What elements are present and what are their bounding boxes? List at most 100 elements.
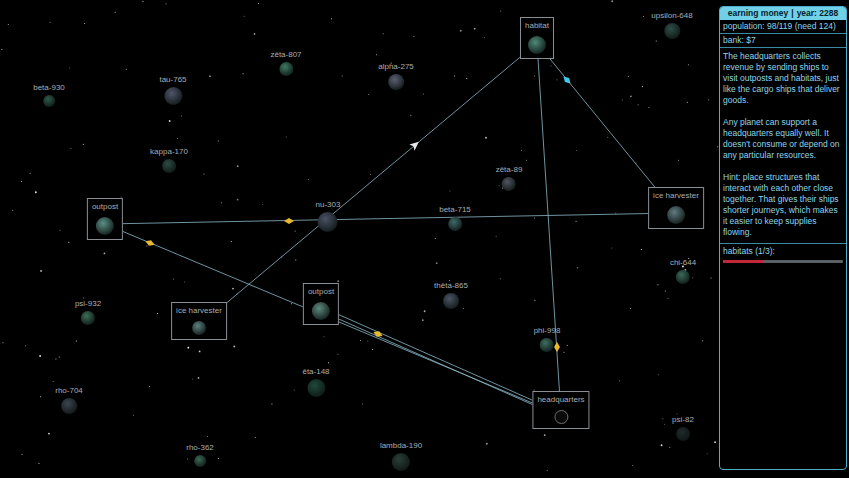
planet-icon[interactable] — [540, 338, 554, 352]
planet-icon[interactable] — [388, 74, 404, 90]
planet[interactable]: alpha-275 — [378, 62, 414, 90]
star — [39, 355, 41, 357]
planet-icon[interactable] — [502, 177, 516, 191]
planet[interactable]: rho-704 — [55, 386, 83, 414]
planet[interactable]: zêta-89 — [496, 165, 523, 191]
star — [133, 415, 134, 416]
planet-icon[interactable] — [307, 379, 325, 397]
star — [544, 434, 546, 436]
star — [668, 298, 669, 299]
star — [142, 1, 143, 2]
planet[interactable]: êta-148 — [302, 367, 329, 397]
structure[interactable]: outpost — [87, 198, 123, 240]
planet[interactable]: lambda-190 — [380, 441, 422, 471]
planet-label: psi-82 — [672, 415, 694, 425]
star — [710, 277, 711, 278]
planet-icon[interactable] — [43, 95, 55, 107]
planet-icon[interactable] — [194, 455, 206, 467]
planet[interactable]: kappa-170 — [150, 147, 188, 173]
planet[interactable]: beta-930 — [33, 83, 65, 107]
planet[interactable]: tau-765 — [159, 75, 186, 105]
planet-icon[interactable] — [164, 87, 182, 105]
planet-icon[interactable] — [162, 159, 176, 173]
star — [84, 23, 85, 24]
game-screen: upsilon-648 habitat zêta-807 alpha-275 beta-… — [0, 0, 849, 478]
goal: habitats (1/3): — [720, 244, 846, 265]
star — [187, 347, 189, 349]
star — [218, 140, 219, 141]
planet-icon[interactable] — [279, 62, 293, 76]
planet[interactable]: zêta-807 — [270, 50, 301, 76]
star — [496, 236, 497, 237]
structure[interactable]: ice harvester — [171, 302, 227, 340]
planet[interactable]: thêta-865 — [434, 281, 468, 309]
star — [70, 148, 71, 149]
planet-icon[interactable] — [81, 311, 95, 325]
star — [499, 185, 500, 186]
planet[interactable]: nu-303 — [316, 200, 341, 232]
population: population: 98/119 (need 124) — [720, 20, 846, 34]
planet-label: êta-148 — [302, 367, 329, 377]
structure[interactable]: ice harvester — [648, 187, 704, 229]
star — [454, 76, 455, 77]
star — [630, 308, 631, 309]
planet[interactable]: upsilon-648 — [651, 11, 692, 39]
star — [702, 340, 703, 341]
planet-icon[interactable] — [667, 206, 685, 224]
ship-icon — [554, 342, 560, 352]
star — [474, 28, 476, 30]
planet-icon[interactable] — [96, 217, 114, 235]
planet-icon[interactable] — [676, 427, 690, 441]
planet-icon[interactable] — [676, 270, 690, 284]
planet[interactable]: chi-644 — [670, 258, 696, 284]
star — [615, 212, 616, 213]
planet-icon[interactable] — [448, 217, 462, 231]
star — [68, 242, 69, 243]
planet-label: thêta-865 — [434, 281, 468, 291]
structure[interactable]: habitat — [520, 17, 554, 59]
star — [630, 95, 632, 97]
star — [410, 115, 411, 116]
planet-icon[interactable] — [554, 410, 568, 424]
star — [643, 16, 644, 17]
star — [714, 441, 716, 443]
star — [50, 22, 51, 23]
star — [362, 404, 363, 405]
planet-icon[interactable] — [318, 212, 338, 232]
star — [83, 144, 84, 145]
star — [199, 350, 201, 352]
star — [104, 253, 106, 255]
star — [83, 297, 84, 298]
planet-icon[interactable] — [312, 302, 330, 320]
planet[interactable]: beta-715 — [439, 205, 471, 231]
star — [383, 33, 384, 34]
star — [12, 210, 13, 211]
planet-icon[interactable] — [664, 23, 680, 39]
star — [237, 199, 239, 201]
planet-icon[interactable] — [443, 293, 459, 309]
star — [177, 138, 178, 139]
planet-label: alpha-275 — [378, 62, 414, 72]
planet-icon[interactable] — [528, 36, 546, 54]
structure-label: headquarters — [537, 395, 584, 405]
structure-label: ice harvester — [653, 191, 699, 201]
structure[interactable]: headquarters — [532, 391, 589, 429]
star — [526, 160, 527, 161]
structure[interactable]: outpost — [303, 283, 339, 325]
planet[interactable]: phi-998 — [534, 326, 561, 352]
planet-icon[interactable] — [392, 453, 410, 471]
star — [244, 16, 245, 17]
planet-icon[interactable] — [192, 321, 206, 335]
planet-icon[interactable] — [61, 398, 77, 414]
star — [642, 86, 643, 87]
structure-label: outpost — [92, 202, 118, 212]
star — [40, 396, 41, 397]
star — [198, 377, 200, 379]
star — [308, 179, 309, 180]
star — [576, 150, 577, 151]
star — [233, 346, 235, 348]
planet[interactable]: psi-82 — [672, 415, 694, 441]
planet[interactable]: psi-932 — [75, 299, 101, 325]
star — [55, 359, 56, 360]
planet[interactable]: rho-362 — [186, 443, 214, 467]
